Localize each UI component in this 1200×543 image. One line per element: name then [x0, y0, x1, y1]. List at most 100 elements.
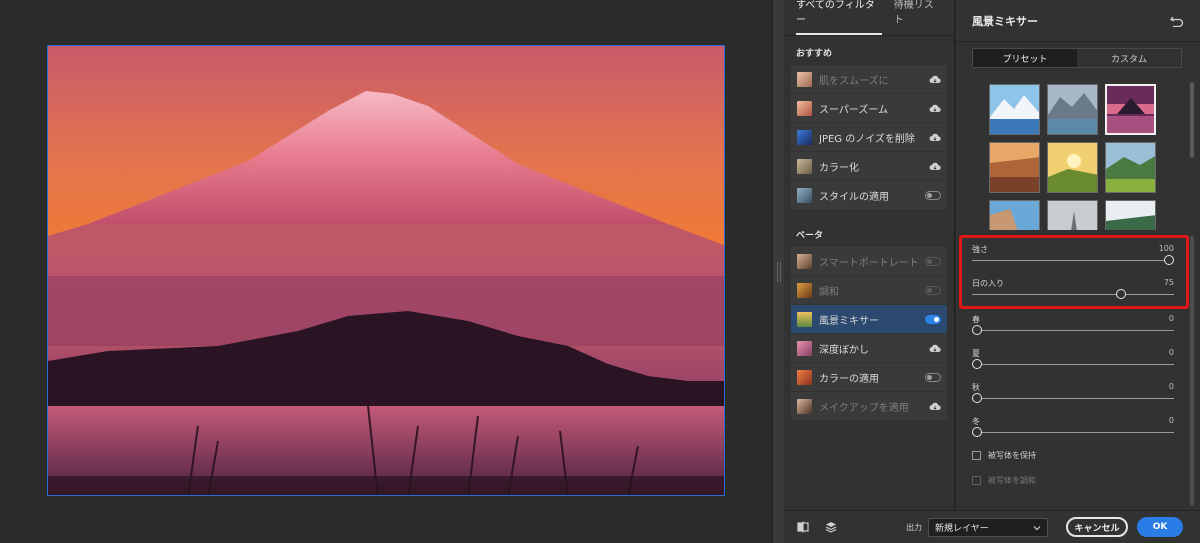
color-transfer-thumbnail	[797, 369, 812, 385]
bottom-bar: 出力 新規レイヤー キャンセル OK	[784, 510, 1200, 543]
divider-grip[interactable]	[777, 262, 781, 282]
preset-thumbnail-mist[interactable]	[1047, 200, 1098, 230]
segment-custom[interactable]: カスタム	[1077, 49, 1181, 67]
output-label: 出力	[906, 522, 922, 532]
filter-item-jpeg-noise[interactable]: JPEG のノイズを削除	[791, 123, 947, 151]
slider-label: 日の入り	[972, 279, 1004, 288]
settings-title: 風景ミキサー	[972, 14, 1038, 28]
cloud-download-icon[interactable]	[929, 402, 941, 411]
filter-item-super-zoom[interactable]: スーパーズーム	[791, 94, 947, 122]
slider-label: 冬	[972, 417, 980, 426]
cloud-download-icon[interactable]	[929, 344, 941, 353]
slider-summer[interactable]: 夏 0	[972, 348, 1174, 376]
preset-thumbnail-winter-lake[interactable]	[989, 84, 1040, 135]
jpeg-noise-thumbnail	[797, 129, 812, 145]
makeup-transfer-thumbnail	[797, 398, 812, 414]
filter-settings-panel: 風景ミキサー プリセット カスタム 強さ 100 日の入り 75 春 0 夏 0…	[956, 0, 1200, 510]
filter-item-harmonize[interactable]: 調和	[791, 276, 947, 304]
canvas-area[interactable]	[0, 0, 772, 543]
slider-strength[interactable]: 強さ 100	[972, 244, 1174, 272]
adjustment-sliders: 強さ 100 日の入り 75 春 0 夏 0 秋 0 冬 0 被写体を保持 被写…	[956, 232, 1200, 510]
slider-handle[interactable]	[972, 393, 982, 403]
slider-handle[interactable]	[1116, 289, 1126, 299]
preset-thumbnail-golden-hills[interactable]	[1047, 142, 1098, 193]
compare-view-icon[interactable]	[796, 520, 810, 534]
reset-icon[interactable]	[1170, 15, 1184, 27]
filter-item-label: 風景ミキサー	[819, 315, 879, 327]
filter-item-smart-portrait[interactable]: スマートポートレート	[791, 247, 947, 275]
panel-divider[interactable]	[772, 0, 784, 543]
checkbox-box[interactable]	[972, 476, 981, 485]
skin-smoothing-thumbnail	[797, 71, 812, 87]
smart-portrait-thumbnail	[797, 253, 812, 269]
preset-scrollbar[interactable]	[1190, 82, 1194, 158]
checkbox-box[interactable]	[972, 451, 981, 460]
segment-preset[interactable]: プリセット	[973, 49, 1077, 67]
tab-waitlist[interactable]: 待機リスト	[894, 0, 942, 35]
depth-blur-thumbnail	[797, 340, 812, 356]
slider-track[interactable]	[972, 432, 1174, 433]
checkbox-harmonize-subject[interactable]: 被写体を調和	[972, 475, 1036, 486]
cloud-download-icon[interactable]	[929, 104, 941, 113]
preview-image	[47, 45, 725, 496]
preset-thumbnail-mountain-lake[interactable]	[1047, 84, 1098, 135]
slider-value: 0	[1168, 382, 1174, 391]
slider-autumn[interactable]: 秋 0	[972, 382, 1174, 410]
filter-item-label: 深度ぼかし	[819, 344, 869, 356]
style-transfer-thumbnail	[797, 187, 812, 203]
group-title-beta: ベータ	[796, 231, 824, 241]
layers-icon[interactable]	[824, 520, 838, 534]
slider-handle[interactable]	[972, 359, 982, 369]
filter-item-skin-smoothing[interactable]: 肌をスムーズに	[791, 65, 947, 93]
landscape-mixer-thumbnail	[797, 311, 812, 327]
output-select[interactable]: 新規レイヤー	[928, 518, 1048, 537]
checkbox-preserve-subject[interactable]: 被写体を保持	[972, 450, 1036, 461]
filter-toggle[interactable]	[925, 190, 941, 200]
slider-value: 0	[1168, 416, 1174, 425]
filter-toggle[interactable]	[925, 372, 941, 382]
slider-track[interactable]	[972, 260, 1174, 261]
slider-spring[interactable]: 春 0	[972, 314, 1174, 342]
slider-track[interactable]	[972, 330, 1174, 331]
slider-handle[interactable]	[972, 427, 982, 437]
slider-winter[interactable]: 冬 0	[972, 416, 1174, 444]
filter-list-panel: すべてのフィルター 待機リスト おすすめ 肌をスムーズに スーパーズーム JPE…	[784, 0, 955, 510]
cancel-button[interactable]: キャンセル	[1066, 517, 1128, 537]
filter-toggle[interactable]	[925, 314, 941, 324]
slider-label: 強さ	[972, 245, 988, 254]
slider-sunset[interactable]: 日の入り 75	[972, 278, 1174, 306]
cloud-download-icon[interactable]	[929, 162, 941, 171]
preset-thumbnail-green-valley[interactable]	[1105, 142, 1156, 193]
slider-label: 秋	[972, 383, 980, 392]
slider-track[interactable]	[972, 364, 1174, 365]
preset-thumbnail-canyon[interactable]	[989, 142, 1040, 193]
slider-label: 夏	[972, 349, 980, 358]
preset-thumbnail-river[interactable]	[1105, 200, 1156, 230]
group-title-featured: おすすめ	[796, 49, 833, 59]
tab-all-filters[interactable]: すべてのフィルター	[796, 0, 882, 35]
slider-handle[interactable]	[1164, 255, 1174, 265]
slider-value: 0	[1168, 314, 1174, 323]
filter-item-color-transfer[interactable]: カラーの適用	[791, 363, 947, 391]
slider-track[interactable]	[972, 398, 1174, 399]
preset-thumbnail-sunset[interactable]	[1105, 84, 1156, 135]
ok-button[interactable]: OK	[1137, 517, 1183, 537]
filter-toggle[interactable]	[925, 285, 941, 295]
filter-item-depth-blur[interactable]: 深度ぼかし	[791, 334, 947, 362]
slider-value: 100	[1158, 244, 1174, 253]
checkbox-label: 被写体を調和	[988, 476, 1036, 485]
filter-item-label: カラー化	[819, 162, 859, 174]
filter-item-makeup-transfer[interactable]: メイクアップを適用	[791, 392, 947, 420]
cloud-download-icon[interactable]	[929, 75, 941, 84]
preset-grid	[989, 84, 1159, 230]
filter-item-style-transfer[interactable]: スタイルの適用	[791, 181, 947, 209]
filter-item-landscape-mixer[interactable]: 風景ミキサー	[791, 305, 947, 333]
harmonize-thumbnail	[797, 282, 812, 298]
filter-item-colorize[interactable]: カラー化	[791, 152, 947, 180]
slider-track[interactable]	[972, 294, 1174, 295]
filter-toggle[interactable]	[925, 256, 941, 266]
cloud-download-icon[interactable]	[929, 133, 941, 142]
colorize-thumbnail	[797, 158, 812, 174]
slider-handle[interactable]	[972, 325, 982, 335]
preset-thumbnail-cliffs[interactable]	[989, 200, 1040, 230]
